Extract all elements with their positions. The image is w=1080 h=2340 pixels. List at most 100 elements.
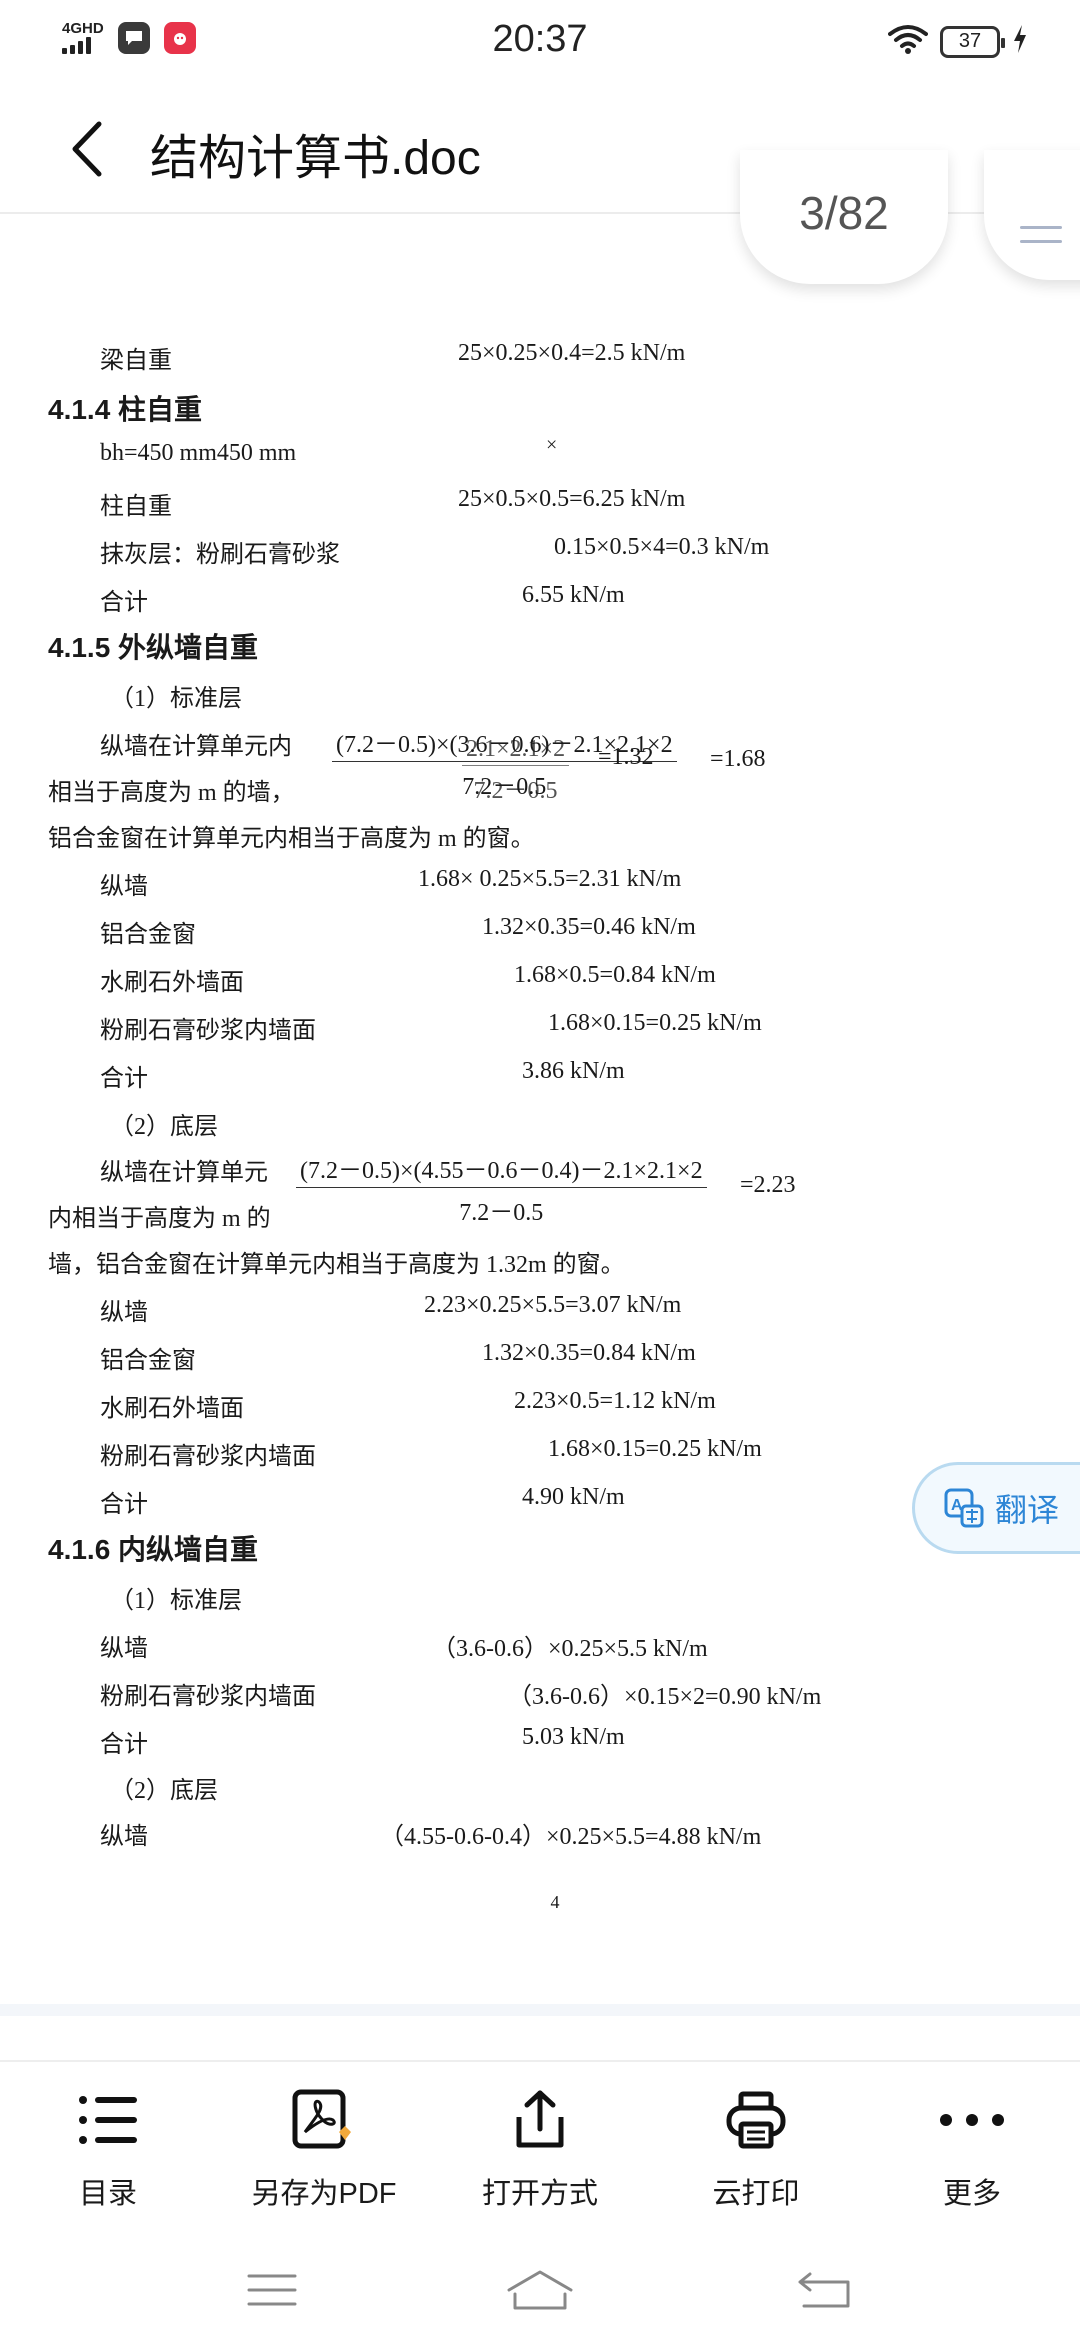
subsection-label: （1）标准层 xyxy=(110,1588,242,1614)
toc-label: 目录 xyxy=(78,2178,137,2210)
charging-icon xyxy=(1012,25,1028,58)
doc-line-value: 1.68×0.15=0.25 kN/m xyxy=(548,1436,762,1462)
doc-line-value: × xyxy=(546,434,558,456)
toc-button[interactable]: 目录 xyxy=(0,2062,216,2240)
doc-line-label: 纵墙 xyxy=(100,1636,148,1662)
doc-line-value: 3.86 kN/m xyxy=(522,1058,625,1084)
doc-line-value: （4.55-0.6-0.4）×0.25×5.5=4.88 kN/m xyxy=(380,1824,762,1850)
paragraph-text: 铝合金窗在计算单元内相当于高度为 m 的窗。 xyxy=(48,826,535,852)
page-indicator-text: 3/82 xyxy=(799,187,889,239)
section-heading: 4.1.5 外纵墙自重 xyxy=(48,632,259,663)
recent-apps-button[interactable] xyxy=(232,2260,312,2320)
doc-line-value: 1.68×0.5=0.84 kN/m xyxy=(514,962,716,988)
cloud-print-button[interactable]: 云打印 xyxy=(648,2062,864,2240)
home-icon xyxy=(507,2270,573,2310)
pdf-icon xyxy=(284,2080,364,2160)
doc-line-label: 合计 xyxy=(100,1066,148,1092)
battery-level: 37 xyxy=(958,30,982,52)
menu-icon xyxy=(1020,226,1062,229)
back-nav-button[interactable] xyxy=(784,2260,864,2320)
status-right: 37 xyxy=(888,24,1028,59)
doc-line-label: 水刷石外墙面 xyxy=(100,970,244,996)
doc-line-value: 6.55 kN/m xyxy=(522,582,625,608)
doc-line-value: 0.15×0.5×4=0.3 kN/m xyxy=(554,534,770,560)
doc-line-label: 合计 xyxy=(100,590,148,616)
doc-line-value: 25×0.25×0.4=2.5 kN/m xyxy=(458,340,686,366)
system-nav-bar xyxy=(0,2240,1080,2340)
more-label: 更多 xyxy=(942,2178,1001,2210)
formula-fraction-overlap: 2.1×2.1×2 7.2－0.5 xyxy=(462,736,570,805)
doc-line-label: 合计 xyxy=(100,1492,148,1518)
section-heading: 4.1.4 柱自重 xyxy=(48,394,203,425)
back-icon xyxy=(798,2272,850,2308)
doc-line-label: 铝合金窗 xyxy=(100,1348,196,1374)
doc-line-value: 25×0.5×0.5=6.25 kN/m xyxy=(458,486,686,512)
doc-line-label: bh=450 mm450 mm xyxy=(100,440,297,466)
doc-line-label: 纵墙 xyxy=(100,874,148,900)
doc-line-label: 粉刷石膏砂浆内墙面 xyxy=(100,1018,316,1044)
document-title: 结构计算书.doc xyxy=(150,132,481,185)
formula-numerator: 2.1×2.1×2 xyxy=(462,736,570,766)
doc-line-value: （3.6-0.6）×0.25×5.5 kN/m xyxy=(432,1636,708,1662)
page-number: 4 xyxy=(550,1892,560,1912)
list-icon xyxy=(68,2080,148,2160)
paragraph-text: 相当于高度为 m 的墙， xyxy=(48,780,295,806)
paragraph-text: 墙，铝合金窗在计算单元内相当于高度为 1.32m 的窗。 xyxy=(48,1252,625,1278)
battery-icon: 37 xyxy=(940,25,1005,58)
doc-line-value: 1.68× 0.25×5.5=2.31 kN/m xyxy=(418,866,682,892)
back-arrow-icon xyxy=(72,121,102,177)
doc-line-label: 铝合金窗 xyxy=(100,922,196,948)
formula-result: =1.68 xyxy=(710,746,766,772)
section-heading: 4.1.6 内纵墙自重 xyxy=(48,1534,259,1565)
formula-result: =1.32 xyxy=(598,744,654,770)
doc-line-label: 合计 xyxy=(100,1732,148,1758)
home-button[interactable] xyxy=(500,2260,580,2320)
save-as-pdf-label: 另存为PDF xyxy=(251,2178,397,2210)
doc-line-value: 1.32×0.35=0.84 kN/m xyxy=(482,1340,696,1366)
doc-line-value: 1.68×0.15=0.25 kN/m xyxy=(548,1010,762,1036)
page-separator xyxy=(0,2004,1080,2016)
share-icon xyxy=(500,2080,580,2160)
paragraph-text: 纵墙在计算单元 xyxy=(100,1160,268,1186)
doc-line-label: 纵墙 xyxy=(100,1824,148,1850)
translate-label: 翻译 xyxy=(995,1492,1060,1528)
formula-result: =2.23 xyxy=(740,1172,796,1198)
document-page: 梁自重 25×0.25×0.4=2.5 kN/m 4.1.4 柱自重 bh=45… xyxy=(0,216,1080,2016)
doc-line-label: 粉刷石膏砂浆内墙面 xyxy=(100,1444,316,1470)
doc-line-value: （3.6-0.6）×0.15×2=0.90 kN/m xyxy=(508,1684,822,1710)
subsection-label: （2）底层 xyxy=(110,1778,218,1804)
subsection-label: （2）底层 xyxy=(110,1114,218,1140)
doc-line-value: 4.90 kN/m xyxy=(522,1484,625,1510)
translate-icon: A xyxy=(944,1488,984,1528)
doc-line-label: 柱自重 xyxy=(100,494,172,520)
formula-denominator: 7.2－0.5 xyxy=(459,1200,544,1226)
formula-fraction: (7.2－0.5)×(4.55－0.6－0.4)－2.1×2.1×2 7.2－0… xyxy=(296,1150,707,1227)
doc-line-value: 1.32×0.35=0.46 kN/m xyxy=(482,914,696,940)
page-indicator[interactable]: 3/82 xyxy=(740,150,948,284)
doc-line-label: 抹灰层：粉刷石膏砂浆 xyxy=(100,542,340,568)
more-button[interactable]: 更多 xyxy=(864,2062,1080,2240)
bottom-toolbar: 目录 另存为PDF 打开方式 云打印 更多 xyxy=(0,2060,1080,2240)
open-with-button[interactable]: 打开方式 xyxy=(432,2062,648,2240)
paragraph-text: 纵墙在计算单元内 xyxy=(100,734,292,760)
printer-icon xyxy=(716,2080,796,2160)
back-button[interactable] xyxy=(56,116,116,182)
menu-icon xyxy=(1020,240,1062,243)
formula-numerator: (7.2－0.5)×(4.55－0.6－0.4)－2.1×2.1×2 xyxy=(296,1150,707,1188)
menu-icon xyxy=(247,2274,297,2306)
doc-line-label: 梁自重 xyxy=(100,348,172,374)
translate-button[interactable]: A 翻译 xyxy=(912,1462,1080,1554)
save-as-pdf-button[interactable]: 另存为PDF xyxy=(216,2062,432,2240)
doc-line-value: 2.23×0.5=1.12 kN/m xyxy=(514,1388,716,1414)
doc-line-label: 粉刷石膏砂浆内墙面 xyxy=(100,1684,316,1710)
open-with-label: 打开方式 xyxy=(481,2178,598,2210)
more-dots-icon xyxy=(932,2080,1012,2160)
paragraph-text: 内相当于高度为 m 的 xyxy=(48,1206,271,1232)
doc-line-label: 纵墙 xyxy=(100,1300,148,1326)
formula-denominator: 7.2－0.5 xyxy=(473,778,558,804)
doc-line-value: 2.23×0.25×5.5=3.07 kN/m xyxy=(424,1292,682,1318)
subsection-label: （1）标准层 xyxy=(110,686,242,712)
status-bar: 4GHD 20:37 37 xyxy=(0,0,1080,84)
doc-line-value: 5.03 kN/m xyxy=(522,1724,625,1750)
wifi-icon xyxy=(888,24,928,59)
